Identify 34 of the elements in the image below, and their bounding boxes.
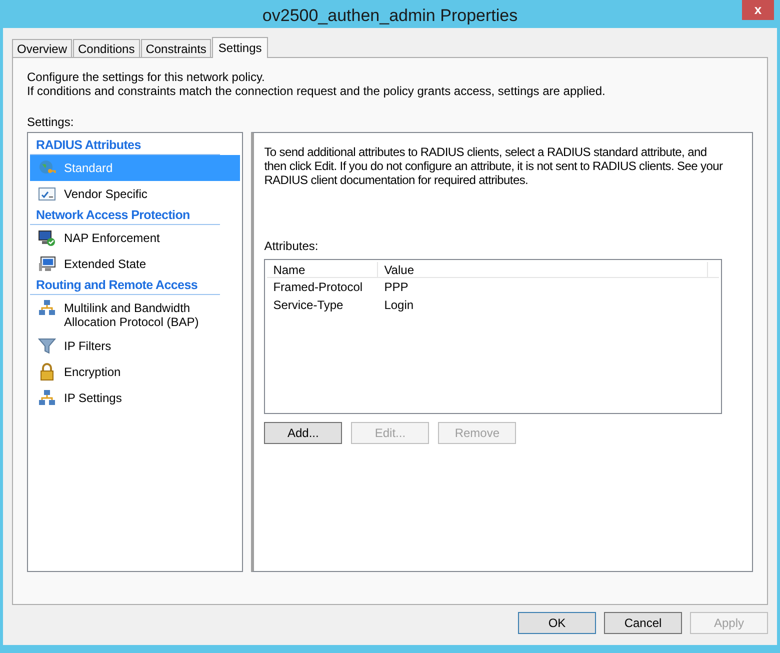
description-text: To send additional attributes to RADIUS clients, select a RADIUS standard attribute, and then click Edit. If you do not configure an attribute, it is not sent to RADIUS clients. See your RADIUS client documentation for required attributes. xyxy=(264,145,724,187)
checklist-icon xyxy=(38,185,56,203)
group-heading: Routing and Remote Access xyxy=(30,277,220,295)
network-icon xyxy=(38,299,56,317)
tab[interactable]: Conditions xyxy=(73,39,140,57)
filter-icon xyxy=(38,337,56,355)
intro-text: If conditions and constraints match the connection request and the policy grants access, settings are applied. xyxy=(27,84,606,98)
tab[interactable]: Settings xyxy=(212,37,268,58)
table-cell-text: Login xyxy=(383,297,415,314)
list-item[interactable]: Extended State xyxy=(30,251,240,277)
action-button[interactable]: Add... xyxy=(264,422,342,444)
group-heading: Network Access Protection xyxy=(30,207,220,225)
window-title: ov2500_authen_admin Properties xyxy=(262,5,518,28)
dialog-button[interactable]: Cancel xyxy=(604,612,682,634)
settings-label: Settings: xyxy=(27,114,75,130)
table-cell-text: Service-Type xyxy=(272,297,344,314)
list-item[interactable]: Vendor Specific xyxy=(30,181,240,207)
close-button[interactable]: x xyxy=(742,0,774,20)
tab[interactable]: Overview xyxy=(12,39,72,57)
dialog-button[interactable]: OK xyxy=(518,612,596,634)
table-cell-text: PPP xyxy=(383,279,410,296)
list-item[interactable]: Encryption xyxy=(30,359,240,385)
table-cell-text: Framed-Protocol xyxy=(272,279,364,296)
list-item[interactable]: Multilink and Bandwidth Allocation Protocol (BAP) xyxy=(30,295,240,333)
list-item[interactable]: IP Settings xyxy=(30,385,240,411)
network-icon xyxy=(38,389,56,407)
monitor-check-icon xyxy=(38,229,56,247)
list-item[interactable]: IP Filters xyxy=(30,333,240,359)
monitor-icon xyxy=(38,255,56,273)
intro-text: Configure the settings for this network policy. xyxy=(27,70,266,84)
list-item[interactable]: NAP Enforcement xyxy=(30,225,240,251)
tab[interactable]: Constraints xyxy=(140,39,212,57)
padlock-icon xyxy=(38,363,56,381)
attributes-label: Attributes: xyxy=(264,238,320,255)
